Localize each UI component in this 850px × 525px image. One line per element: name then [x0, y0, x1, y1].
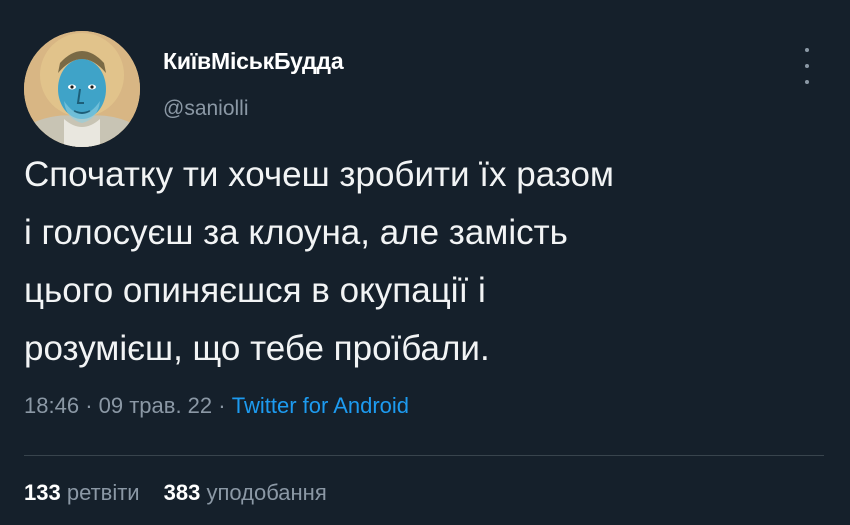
portrait-avatar-icon	[24, 31, 140, 147]
tweet-text: Спочатку ти хочеш зробити їх разом і гол…	[24, 146, 824, 378]
dot	[805, 48, 809, 52]
retweets-stat[interactable]: 133 ретвіти	[24, 480, 140, 505]
dot	[805, 80, 809, 84]
more-options-icon[interactable]	[796, 48, 818, 84]
tweet-card: КиївМіськБудда @saniolli Спочатку ти хоч…	[0, 0, 850, 525]
retweets-label: ретвіти	[66, 480, 140, 505]
display-name[interactable]: КиївМіськБудда	[163, 48, 344, 75]
likes-stat[interactable]: 383 уподобання	[164, 480, 327, 505]
dot	[805, 64, 809, 68]
retweets-count: 133	[24, 480, 61, 505]
tweet-meta: 18:46 · 09 трав. 22 · Twitter for Androi…	[24, 393, 409, 419]
user-handle[interactable]: @saniolli	[163, 97, 249, 121]
meta-separator: ·	[85, 393, 93, 418]
tweet-text-line: Спочатку ти хочеш зробити їх разом	[24, 155, 614, 194]
tweet-text-line: розумієш, що тебе проїбали.	[24, 329, 490, 368]
divider	[24, 455, 824, 456]
likes-label: уподобання	[206, 480, 327, 505]
tweet-text-line: цього опиняєшся в окупації і	[24, 271, 486, 310]
tweet-time[interactable]: 18:46	[24, 393, 79, 418]
tweet-source-link[interactable]: Twitter for Android	[232, 393, 409, 418]
tweet-text-line: і голосуєш за клоуна, але замість	[24, 213, 568, 252]
user-avatar[interactable]	[24, 31, 140, 147]
meta-separator: ·	[218, 393, 226, 418]
tweet-stats: 133 ретвіти 383 уподобання	[24, 480, 327, 506]
tweet-date[interactable]: 09 трав. 22	[99, 393, 213, 418]
likes-count: 383	[163, 480, 201, 505]
